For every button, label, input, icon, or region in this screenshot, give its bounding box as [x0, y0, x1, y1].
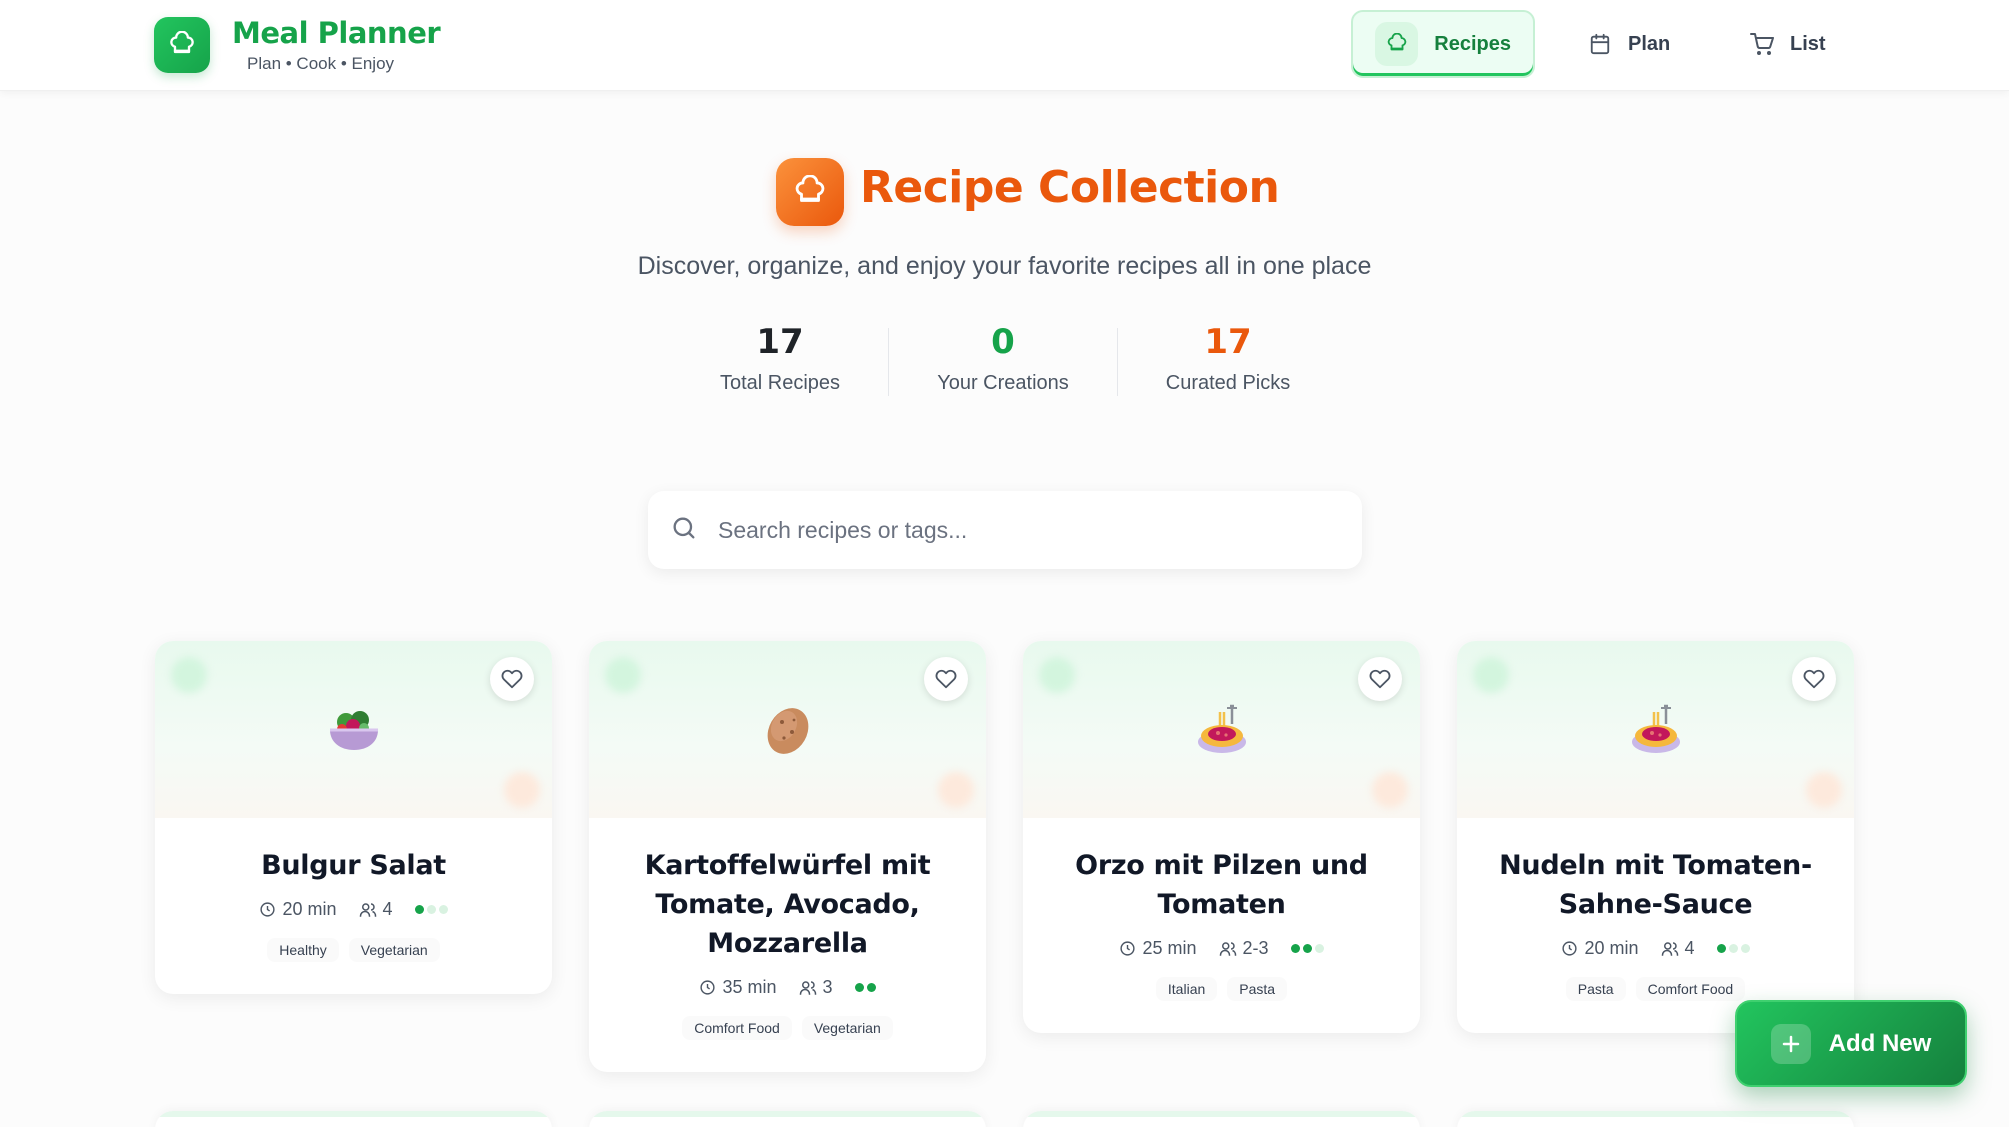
heart-icon	[1803, 669, 1825, 689]
add-new-label: Add New	[1828, 1029, 1932, 1057]
stat-label: Total Recipes	[719, 372, 841, 394]
recipe-tag[interactable]: Comfort Food	[682, 1016, 792, 1040]
nav-label: Recipes	[1434, 32, 1511, 55]
users-icon	[799, 980, 816, 995]
clock-icon	[1120, 941, 1136, 956]
recipe-title: Nudeln mit Tomaten-Sahne-Sauce	[1499, 850, 1812, 920]
servings: 4	[1661, 938, 1695, 959]
servings-value: 4	[1684, 938, 1695, 958]
cook-time: 20 min	[1561, 938, 1639, 959]
salad-bowl-icon	[329, 710, 378, 750]
time-value: 35 min	[722, 977, 777, 997]
heart-icon	[501, 669, 523, 689]
recipe-card[interactable]	[155, 1111, 552, 1127]
chef-hat-icon	[1375, 22, 1419, 66]
search-bar[interactable]	[648, 491, 1362, 569]
recipe-image	[589, 641, 986, 818]
stat-value: 0	[991, 322, 1015, 362]
search-input[interactable]	[718, 516, 1338, 544]
cook-time: 25 min	[1119, 938, 1197, 959]
servings: 2-3	[1219, 938, 1269, 959]
recipe-tag[interactable]: Vegetarian	[801, 1016, 893, 1040]
servings: 4	[359, 899, 393, 920]
recipe-image	[1457, 641, 1854, 818]
difficulty-indicator	[1290, 944, 1324, 953]
recipe-card[interactable]: Bulgur Salat 20 min 4 Healthy Vegetarian	[155, 641, 552, 994]
stat-curated-picks: 17 Curated Picks	[1128, 322, 1328, 395]
favorite-button[interactable]	[924, 657, 968, 701]
difficulty-indicator	[854, 983, 876, 992]
page-title: Recipe Collection	[860, 162, 1280, 213]
recipe-title: Orzo mit Pilzen und Tomaten	[1075, 850, 1368, 920]
recipe-tag[interactable]: Healthy	[267, 938, 339, 962]
nav-list[interactable]: List	[1728, 10, 1868, 78]
stat-divider	[1117, 328, 1118, 396]
servings-value: 2-3	[1242, 938, 1269, 958]
stat-value: 17	[1204, 322, 1252, 362]
time-value: 20 min	[1584, 938, 1639, 958]
top-bar: Meal Planner Plan • Cook • Enjoy Recipes…	[0, 0, 2009, 91]
users-icon	[1219, 941, 1236, 956]
page-subtitle: Discover, organize, and enjoy your favor…	[637, 252, 1372, 280]
heart-icon	[1369, 669, 1391, 689]
recipe-tag[interactable]: Pasta	[1565, 977, 1626, 1001]
recipe-card[interactable]	[1023, 1111, 1420, 1127]
clock-icon	[260, 902, 276, 917]
stat-total-recipes: 17 Total Recipes	[680, 322, 880, 395]
users-icon	[1661, 941, 1678, 956]
time-value: 20 min	[282, 899, 337, 919]
search-icon	[670, 514, 698, 547]
recipe-tag[interactable]: Pasta	[1227, 977, 1288, 1001]
cook-time: 20 min	[259, 899, 337, 920]
servings: 3	[799, 977, 833, 998]
recipe-card[interactable]: Nudeln mit Tomaten-Sahne-Sauce 20 min 4 …	[1457, 641, 1854, 1033]
stat-divider	[888, 328, 889, 396]
servings-value: 4	[382, 899, 393, 919]
plus-icon	[1770, 1023, 1811, 1064]
stat-label: Your Creations	[937, 372, 1069, 394]
nav-label: Plan	[1628, 32, 1671, 55]
potato-icon	[767, 707, 808, 754]
servings-value: 3	[822, 977, 833, 997]
recipe-title: Kartoffelwürfel mit Tomate, Avocado, Moz…	[644, 850, 931, 959]
app-tagline: Plan • Cook • Enjoy	[247, 54, 395, 73]
recipe-card[interactable]: Orzo mit Pilzen und Tomaten 25 min 2-3 I…	[1023, 641, 1420, 1033]
recipe-tag[interactable]: Vegetarian	[348, 938, 440, 962]
nav-plan[interactable]: Plan	[1566, 10, 1706, 78]
stat-label: Curated Picks	[1165, 372, 1291, 394]
stat-your-creations: 0 Your Creations	[903, 322, 1103, 395]
recipe-title: Bulgur Salat	[261, 850, 446, 881]
clock-icon	[1562, 941, 1578, 956]
recipe-tag[interactable]: Italian	[1155, 977, 1218, 1001]
recipe-card[interactable]: Kartoffelwürfel mit Tomate, Avocado, Moz…	[589, 641, 986, 1072]
shopping-cart-icon	[1750, 32, 1774, 56]
calendar-icon	[1588, 32, 1612, 56]
nav-label: List	[1790, 32, 1826, 55]
recipe-image	[1023, 641, 1420, 818]
spaghetti-icon	[1631, 704, 1680, 753]
recipe-tag[interactable]: Comfort Food	[1635, 977, 1746, 1001]
favorite-button[interactable]	[1358, 657, 1402, 701]
favorite-button[interactable]	[1792, 657, 1836, 701]
recipe-image	[155, 641, 552, 818]
recipe-card[interactable]	[1457, 1111, 1854, 1127]
spaghetti-icon	[1197, 704, 1246, 753]
heart-icon	[935, 669, 957, 689]
clock-icon	[700, 980, 716, 995]
cook-time: 35 min	[699, 977, 777, 998]
difficulty-indicator	[1716, 944, 1750, 953]
recipe-card[interactable]	[589, 1111, 986, 1127]
chef-hat-icon	[776, 158, 844, 226]
add-new-button[interactable]: Add New	[1735, 1000, 1967, 1087]
difficulty-indicator	[414, 905, 448, 914]
time-value: 25 min	[1142, 938, 1197, 958]
app-title[interactable]: Meal Planner	[232, 16, 441, 50]
users-icon	[359, 902, 376, 917]
chef-hat-icon[interactable]	[154, 17, 210, 73]
favorite-button[interactable]	[490, 657, 534, 701]
stat-value: 17	[756, 322, 804, 362]
nav-recipes[interactable]: Recipes	[1351, 10, 1535, 78]
